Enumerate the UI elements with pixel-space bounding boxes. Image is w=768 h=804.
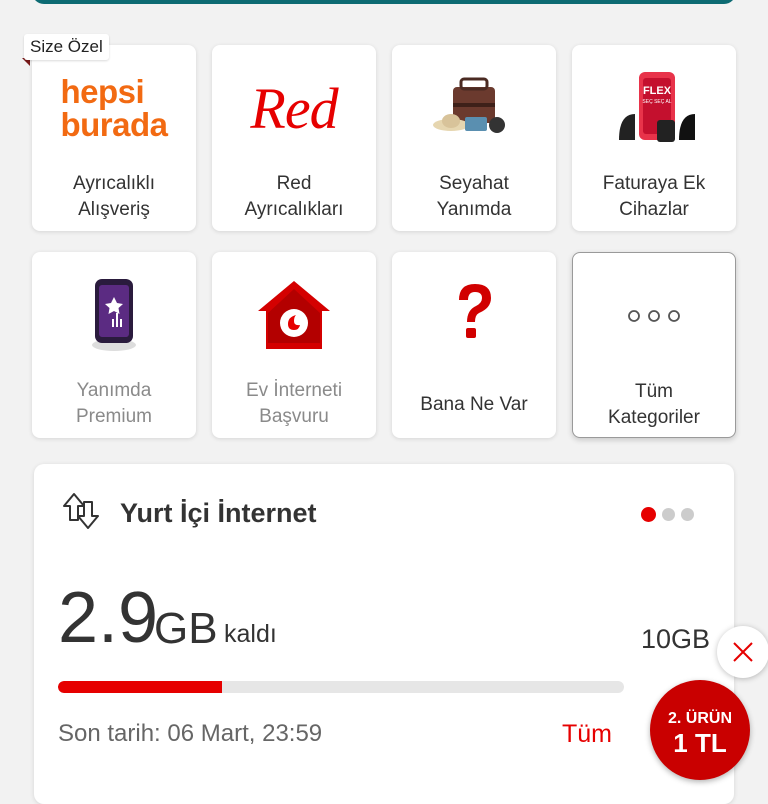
close-promo-button[interactable] (717, 626, 768, 678)
usage-title: Yurt İçi İnternet (120, 498, 317, 528)
flex-devices-icon: FLEX SEÇ SEÇ AL (572, 63, 736, 153)
total-quota: 10GB (640, 624, 710, 654)
svg-text:SEÇ SEÇ AL: SEÇ SEÇ AL (642, 99, 671, 105)
data-transfer-icon (63, 493, 99, 529)
travel-bag-icon (392, 63, 556, 153)
tile-label: Ev İnterneti Başvuru (245, 380, 343, 427)
remaining-suffix: kaldı (224, 620, 277, 648)
tile-label: Red Ayrıcalıkları (244, 173, 344, 220)
promo-line1: 2. ÜRÜN (667, 710, 732, 727)
tile-faturaya-ek-cihazlar[interactable]: FLEX SEÇ SEÇ AL Faturaya Ek Cihazlar (572, 45, 736, 231)
svg-text:FLEX: FLEX (643, 85, 672, 97)
close-icon (733, 642, 753, 662)
pager-dot[interactable] (681, 508, 694, 521)
more-icon (573, 271, 735, 361)
usage-progress-fill (58, 681, 223, 693)
size-ozel-badge: Size Özel (24, 34, 109, 60)
deadline-text: Son tarih: 06 Mart, 23:59 (58, 720, 323, 747)
question-mark-icon (392, 270, 556, 360)
tile-tum-kategoriler[interactable]: Tüm Kategoriler (572, 252, 736, 438)
carousel-pager[interactable] (641, 507, 694, 522)
tile-label: Yanımda Premium (75, 380, 152, 427)
promo-line2: 1 TL (673, 728, 727, 758)
tile-red-ayricaliklari[interactable]: Red Red Ayrıcalıkları (212, 45, 376, 231)
all-link[interactable]: Tüm (562, 720, 612, 749)
tile-ev-interneti-basvuru[interactable]: Ev İnterneti Başvuru (212, 252, 376, 438)
internet-usage-card[interactable]: Yurt İçi İnternet 2.9 GB kaldı 10GB Son … (34, 464, 734, 804)
usage-progress-bar (58, 681, 624, 693)
promo-badge[interactable]: 2. ÜRÜN 1 TL (650, 680, 750, 780)
hepsiburada-logo: hepsi burada (60, 73, 168, 143)
top-banner-edge[interactable] (32, 0, 736, 4)
tile-label: Seyahat Yanımda (436, 173, 512, 220)
remaining-amount: 2.9 (58, 578, 159, 658)
pager-dot[interactable] (662, 508, 675, 521)
tile-label: Faturaya Ek Cihazlar (602, 173, 706, 220)
tile-ayricalikli-alisveris[interactable]: hepsi burada Ayrıcalıklı Alışveriş (32, 45, 196, 231)
tile-seyahat-yanimda[interactable]: Seyahat Yanımda (392, 45, 556, 231)
premium-phone-icon (32, 270, 196, 360)
home-internet-icon (212, 270, 376, 360)
tile-label: Tüm Kategoriler (608, 381, 700, 428)
red-logo: Red (250, 75, 338, 141)
tile-label: Ayrıcalıklı Alışveriş (72, 173, 155, 220)
tile-label: Bana Ne Var (420, 394, 528, 415)
tile-yanimda-premium[interactable]: Yanımda Premium (32, 252, 196, 438)
remaining-unit: GB (154, 604, 218, 653)
tile-bana-ne-var[interactable]: Bana Ne Var (392, 252, 556, 438)
pager-dot-active[interactable] (641, 507, 656, 522)
